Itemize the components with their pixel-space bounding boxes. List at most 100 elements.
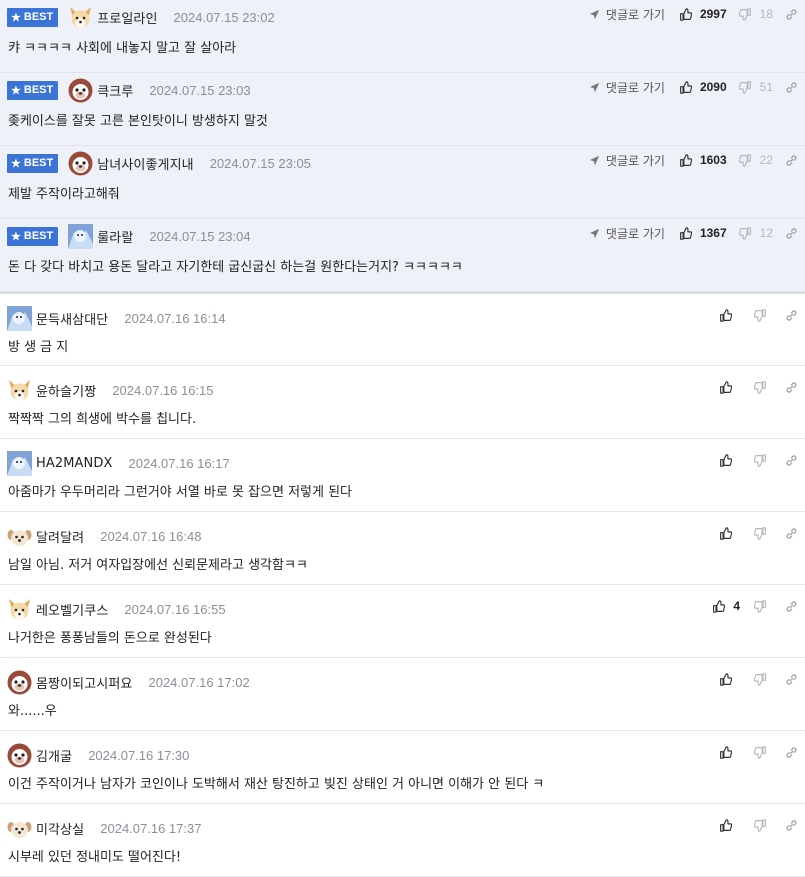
- go-to-reply-link[interactable]: 댓글로 가기: [589, 6, 665, 23]
- author-nickname[interactable]: 프로일라인: [97, 8, 157, 27]
- upvote-button[interactable]: [719, 526, 740, 540]
- thumbs-down-icon: [754, 818, 771, 832]
- upvote-button[interactable]: [719, 672, 740, 686]
- downvote-button[interactable]: [754, 308, 771, 322]
- fox-avatar-icon: [7, 378, 32, 403]
- frost-avatar-icon: [7, 305, 32, 331]
- go-to-reply-link[interactable]: 댓글로 가기: [589, 79, 665, 96]
- author-nickname[interactable]: 룰라랄: [97, 227, 133, 246]
- downvote-count: 18: [759, 7, 773, 21]
- thumbs-down-icon: [738, 80, 756, 94]
- comment-text: 남일 아님. 저거 여자입장에선 신뢰문제라고 생각함ㅋㅋ: [8, 558, 308, 573]
- link-icon[interactable]: [785, 746, 798, 759]
- best-badge: ★ BEST: [7, 226, 59, 246]
- thumbs-up-icon: [712, 599, 729, 613]
- upvote-count: 2997: [699, 7, 727, 21]
- comment-text: 아줌마가 우두머리라 그런거야 서열 바로 못 잡으면 저렇게 된다: [8, 485, 353, 500]
- comment-header: HA2MANDX 2024.07.16 16:17: [7, 450, 230, 476]
- author-nickname[interactable]: 큭크루: [97, 81, 133, 100]
- link-icon[interactable]: [785, 819, 798, 832]
- author-nickname[interactable]: 윤하슬기짱: [36, 381, 96, 400]
- comment-header: 달려달려 2024.07.16 16:48: [7, 523, 201, 549]
- frost-avatar-icon: [68, 223, 94, 249]
- upvote-count: 1367: [699, 226, 727, 240]
- downvote-button[interactable]: [754, 599, 771, 613]
- upvote-button[interactable]: 4: [712, 599, 740, 613]
- downvote-button[interactable]: 12: [738, 226, 773, 240]
- link-icon[interactable]: [785, 309, 798, 322]
- comment-date: 2024.07.15 23:05: [209, 155, 311, 171]
- thumbs-up-icon: [679, 7, 696, 21]
- pug-avatar-icon: [68, 151, 93, 176]
- comment-date: 2024.07.16 16:48: [100, 528, 202, 544]
- go-to-reply-link[interactable]: 댓글로 가기: [589, 152, 665, 169]
- author-nickname[interactable]: 남녀사이좋게지내: [97, 154, 193, 173]
- upvote-button[interactable]: 1367: [679, 226, 727, 240]
- upvote-button[interactable]: [719, 380, 740, 394]
- thumbs-down-icon: [754, 745, 771, 759]
- thumbs-down-icon: [754, 453, 771, 467]
- thumbs-down-icon: [738, 153, 756, 167]
- downvote-button[interactable]: [754, 526, 771, 540]
- comment-actions: 댓글로 가기 2090 51: [589, 78, 798, 96]
- comment-item: 김개굴 2024.07.16 17:30 이건 주작이거나 남자가 코인이나 도박해…: [0, 731, 805, 804]
- author-nickname[interactable]: 김개굴: [36, 746, 72, 765]
- downvote-button[interactable]: [754, 672, 771, 686]
- comment-list: ★ BEST 프로일라인 2024.07.15 23:02 캬 ㅋㅋㅋㅋ 사회에 내놓…: [0, 0, 805, 877]
- downvote-button[interactable]: [754, 380, 771, 394]
- thumbs-up-icon: [679, 80, 696, 94]
- link-icon[interactable]: [785, 673, 798, 686]
- upvote-count: 4: [733, 599, 740, 613]
- downvote-button[interactable]: 18: [738, 7, 773, 21]
- author-nickname[interactable]: 몸짱이되고시퍼요: [36, 673, 132, 692]
- comment-text: 제발 주작이라고해줘: [8, 187, 120, 202]
- link-icon[interactable]: [785, 81, 798, 94]
- comment-item: 미각상실 2024.07.16 17:37 시부레 있던 정내미도 떨어진다!: [0, 804, 805, 877]
- comment-header: ★ BEST 프로일라인 2024.07.15 23:02: [7, 4, 275, 30]
- puppy-avatar-icon: [7, 524, 32, 549]
- go-to-reply-link[interactable]: 댓글로 가기: [589, 225, 665, 242]
- author-nickname[interactable]: 레오벨기쿠스: [36, 600, 108, 619]
- link-icon[interactable]: [785, 227, 798, 240]
- downvote-button[interactable]: [754, 453, 771, 467]
- thumbs-down-icon: [754, 308, 771, 322]
- comment-actions: [719, 670, 798, 688]
- upvote-button[interactable]: [719, 453, 740, 467]
- thumbs-up-icon: [679, 153, 696, 167]
- downvote-button[interactable]: 51: [738, 80, 773, 94]
- best-badge: ★ BEST: [7, 153, 59, 173]
- comment-header: 문득새삼대단 2024.07.16 16:14: [7, 305, 226, 331]
- go-to-reply-label: 댓글로 가기: [605, 7, 665, 22]
- star-icon: ★: [11, 230, 21, 243]
- thumbs-down-icon: [738, 226, 756, 240]
- author-nickname[interactable]: HA2MANDX: [36, 456, 113, 471]
- link-icon[interactable]: [785, 8, 798, 21]
- downvote-button[interactable]: [754, 818, 771, 832]
- best-badge-label: BEST: [23, 84, 54, 96]
- link-icon[interactable]: [785, 600, 798, 613]
- author-nickname[interactable]: 미각상실: [36, 819, 84, 838]
- link-icon[interactable]: [785, 527, 798, 540]
- downvote-count: 12: [759, 226, 773, 240]
- downvote-button[interactable]: [754, 745, 771, 759]
- link-icon[interactable]: [785, 381, 798, 394]
- comment-item: 윤하슬기짱 2024.07.16 16:15 짝짝짝 그의 희생에 박수를 칩니다.: [0, 366, 805, 439]
- comment-item: 문득새삼대단 2024.07.16 16:14 방 생 금 지: [0, 292, 805, 366]
- downvote-button[interactable]: 22: [738, 153, 773, 167]
- upvote-button[interactable]: [719, 818, 740, 832]
- link-icon[interactable]: [785, 454, 798, 467]
- thumbs-up-icon: [719, 308, 736, 322]
- send-arrow-icon: [589, 9, 603, 20]
- upvote-button[interactable]: 2997: [679, 7, 727, 21]
- comment-actions: 댓글로 가기 1367 12: [589, 224, 798, 242]
- upvote-button[interactable]: [719, 308, 740, 322]
- upvote-button[interactable]: [719, 745, 740, 759]
- upvote-button[interactable]: 1603: [679, 153, 727, 167]
- puppy-avatar-icon: [7, 816, 32, 841]
- pug-avatar-icon: [68, 78, 93, 103]
- comment-header: 몸짱이되고시퍼요 2024.07.16 17:02: [7, 669, 250, 695]
- upvote-button[interactable]: 2090: [679, 80, 727, 94]
- author-nickname[interactable]: 달려달려: [36, 527, 84, 546]
- link-icon[interactable]: [785, 154, 798, 167]
- author-nickname[interactable]: 문득새삼대단: [36, 309, 108, 328]
